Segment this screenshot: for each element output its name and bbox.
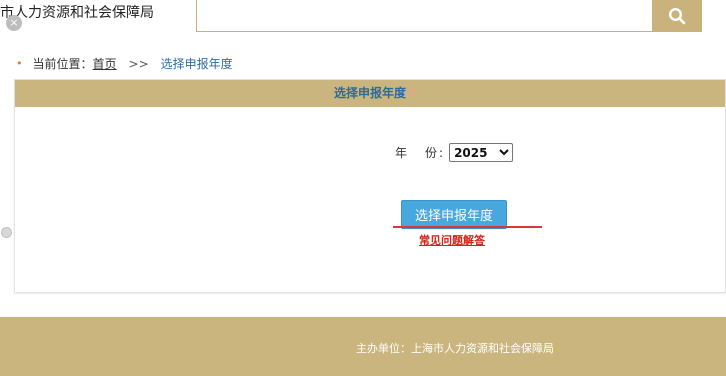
breadcrumb-home-link[interactable]: 首页 — [93, 55, 117, 72]
breadcrumb: • 当前位置： 首页 >> 选择申报年度 — [16, 55, 233, 72]
breadcrumb-separator: >> — [128, 56, 149, 71]
side-scroll-dot[interactable] — [1, 227, 12, 238]
magnifier-icon — [668, 7, 686, 25]
year-row: 年 份: 2025 — [395, 143, 514, 162]
search-button[interactable] — [652, 0, 702, 32]
red-underline-mark — [393, 226, 542, 228]
close-icon[interactable]: × — [6, 15, 22, 31]
site-title: 市人力资源和社会保障局 — [0, 5, 154, 21]
year-select-panel: 选择申报年度 年 份: 2025 选择申报年度 常见问题解答 — [14, 79, 726, 293]
breadcrumb-current: 选择申报年度 — [160, 57, 233, 71]
year-label-2: 份: — [425, 146, 446, 160]
footer: 主办单位：上海市人力资源和社会保障局 — [0, 317, 726, 376]
select-year-button[interactable]: 选择申报年度 — [401, 200, 507, 229]
panel-heading: 选择申报年度 — [15, 80, 725, 107]
year-label-1: 年 — [395, 146, 410, 160]
faq-link[interactable]: 常见问题解答 — [419, 232, 485, 248]
year-select[interactable]: 2025 — [449, 143, 514, 162]
breadcrumb-prefix: 当前位置： — [32, 57, 93, 71]
search-input[interactable] — [196, 0, 654, 32]
footer-sponsor: 主办单位：上海市人力资源和社会保障局 — [356, 342, 554, 355]
breadcrumb-bullet: • — [16, 57, 23, 70]
